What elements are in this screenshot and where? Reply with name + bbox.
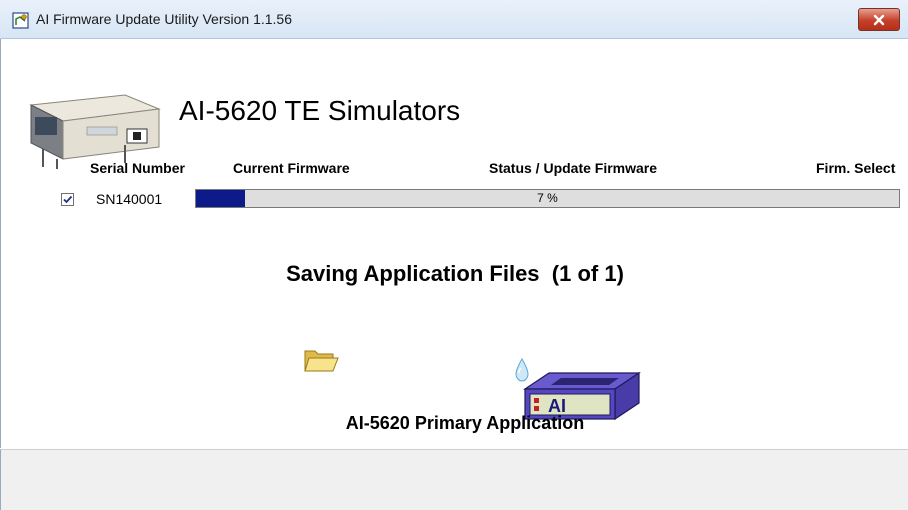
serial-number-value: SN140001 (96, 191, 163, 207)
device-select-checkbox[interactable] (61, 193, 74, 206)
window-title: AI Firmware Update Utility Version 1.1.5… (36, 11, 292, 27)
page-title: AI-5620 TE Simulators (179, 95, 461, 126)
status-action: Saving Application Files (286, 261, 540, 286)
column-header-status: Status / Update Firmware (489, 160, 658, 176)
firmware-progress-bar: 7 % (195, 189, 900, 208)
column-header-serial-number: Serial Number (90, 160, 185, 176)
device-image (29, 94, 161, 169)
application-name: AI-5620 Primary Application (345, 413, 585, 433)
checkmark-icon (63, 195, 73, 204)
folder-icon (304, 350, 339, 372)
column-header-firm-select: Firm. Select (816, 160, 896, 176)
close-icon (873, 14, 885, 25)
main-panel: AI-5620 TE Simulators Serial Number Curr… (0, 39, 908, 448)
status-count: (1 of 1) (551, 261, 624, 286)
status-message: Saving Application Files (1 of 1) (1, 261, 908, 287)
column-header-current-firmware: Current Firmware (233, 160, 350, 176)
progress-percent: 7 % (537, 191, 558, 205)
title-bar: AI Firmware Update Utility Version 1.1.5… (0, 0, 908, 39)
status-bar (0, 449, 908, 510)
close-button[interactable] (858, 8, 900, 31)
firmware-app-icon (12, 12, 29, 29)
